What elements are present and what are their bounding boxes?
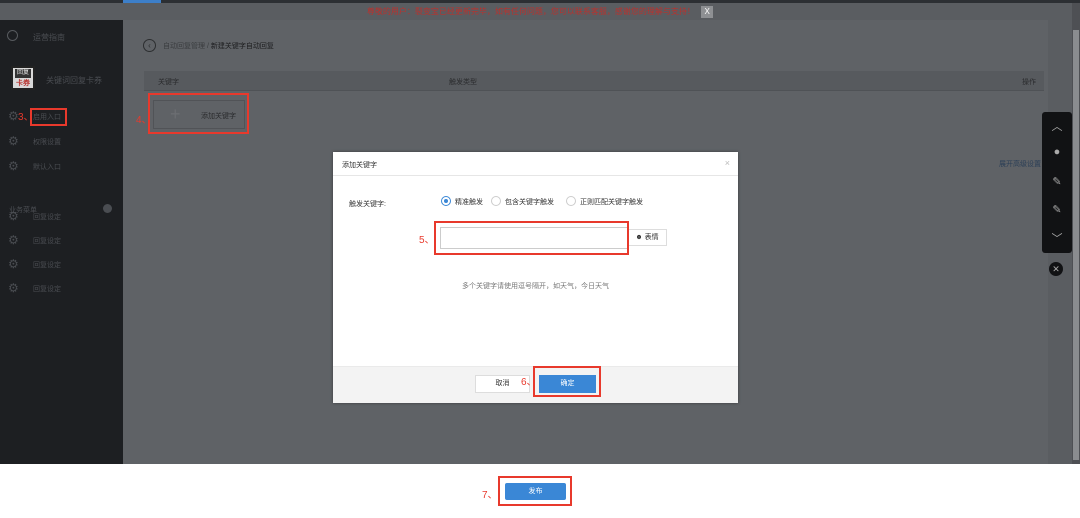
annotation-box-step6 — [533, 366, 601, 397]
gear-icon: ⚙ — [8, 159, 19, 173]
gear-icon: ⚙ — [8, 257, 19, 271]
breadcrumb-current: 新建关键字自动回复 — [210, 43, 274, 50]
app-logo: 回复 卡券 — [11, 66, 35, 90]
breadcrumb: 自动回复管理 / 新建关键字自动回复 — [163, 41, 274, 51]
annotation-step6: 6、 — [521, 377, 537, 388]
sidebar-item-label: 权限设置 — [33, 139, 61, 146]
column-header-actions: 操作 — [1022, 79, 1036, 86]
gear-icon: ⚙ — [8, 134, 19, 148]
app-title: 关键词回复卡券 — [46, 76, 102, 85]
close-circle-icon[interactable]: ✕ — [1049, 262, 1063, 276]
emoji-icon: ☻ — [635, 234, 643, 241]
chevron-down-icon[interactable]: ﹀ — [1042, 230, 1072, 246]
annotation-box-step4 — [148, 93, 249, 134]
advanced-settings-link[interactable]: 展开高级设置 — [999, 159, 1041, 169]
sidebar-item-default-entry[interactable]: ⚙ 默认入口 — [0, 156, 123, 178]
annotation-step5: 5、 — [419, 235, 435, 246]
logo-bottom-text: 卡券 — [16, 80, 30, 87]
wechat-alt-icon[interactable]: ✎ — [1042, 203, 1072, 216]
back-icon[interactable]: ‹ — [143, 39, 156, 52]
annotation-box-step5 — [434, 221, 629, 255]
radio-label: 精准触发 — [455, 199, 483, 206]
annotation-box-step3 — [30, 108, 67, 126]
emoji-button[interactable]: ☻ 表情 — [627, 229, 667, 246]
chevron-up-icon[interactable]: ︿ — [1042, 118, 1072, 134]
scrollbar-thumb[interactable] — [1073, 30, 1079, 460]
sidebar-item-label: 默认入口 — [33, 164, 61, 171]
sidebar: 运营指南 回复 卡券 关键词回复卡券 ⚙ 启用入口 ⚙ 权限设置 ⚙ 默认入口 … — [0, 20, 123, 464]
annotation-step4: 4、 — [136, 115, 152, 126]
sidebar-back-label[interactable]: 运营指南 — [33, 32, 65, 43]
sidebar-sub-item[interactable]: ⚙ 回复设定 — [0, 254, 123, 276]
dialog-close-icon[interactable]: × — [725, 158, 730, 168]
gear-icon: ⚙ — [8, 233, 19, 247]
keyword-hint: 多个关键字请使用逗号隔开，如天气，今日天气 — [462, 283, 609, 290]
gear-icon: ⚙ — [8, 209, 19, 223]
table-header: 关键字 触发类型 操作 — [144, 71, 1044, 91]
sidebar-sub-item[interactable]: ⚙ 回复设定 — [0, 206, 123, 228]
radio-dot-icon — [491, 196, 501, 206]
radio-label: 正则匹配关键字触发 — [580, 199, 643, 206]
emoji-label: 表情 — [644, 234, 659, 241]
trigger-keyword-label: 触发关键字: — [349, 201, 386, 208]
sidebar-item-label: 回复设定 — [33, 238, 61, 245]
radio-dot-icon — [441, 196, 451, 206]
annotation-box-step7 — [498, 476, 572, 506]
sidebar-sub-item[interactable]: ⚙ 回复设定 — [0, 230, 123, 252]
wechat-icon[interactable]: ✎ — [1042, 175, 1072, 188]
sidebar-item-label: 回复设定 — [33, 262, 61, 269]
dialog-title: 添加关键字 — [342, 162, 377, 169]
logo-top-text: 回复 — [15, 69, 31, 78]
annotation-step7: 7、 — [482, 490, 498, 501]
column-header-trigger-type: 触发类型 — [449, 79, 477, 86]
dialog-header: 添加关键字 × — [333, 152, 738, 176]
back-circle-icon[interactable] — [7, 30, 18, 41]
notice-text: 尊敬的用户：裂变宝已经更新完毕，如有任何问题，您可以联系客服，感谢您的理解与支持… — [366, 7, 695, 16]
radio-dot-icon — [566, 196, 576, 206]
breadcrumb-parent[interactable]: 自动回复管理 / — [163, 43, 211, 50]
sidebar-item-label: 回复设定 — [33, 214, 61, 221]
sidebar-sub-item[interactable]: ⚙ 回复设定 — [0, 278, 123, 300]
qq-icon[interactable]: ● — [1042, 146, 1072, 158]
sidebar-item-permissions[interactable]: ⚙ 权限设置 — [0, 131, 123, 153]
radio-label: 包含关键字触发 — [505, 199, 554, 206]
notice-close-button[interactable]: X — [701, 5, 714, 18]
notice-bar: 尊敬的用户：裂变宝已经更新完毕，如有任何问题，您可以联系客服，感谢您的理解与支持… — [0, 3, 1080, 20]
floating-toolbar: ︿ ● ✎ ✎ ﹀ — [1042, 112, 1072, 253]
scrollbar[interactable] — [1072, 3, 1080, 464]
column-header-keyword: 关键字 — [158, 79, 179, 86]
sidebar-item-label: 回复设定 — [33, 286, 61, 293]
annotation-step3: 3、 — [18, 112, 34, 123]
gear-icon: ⚙ — [8, 281, 19, 295]
